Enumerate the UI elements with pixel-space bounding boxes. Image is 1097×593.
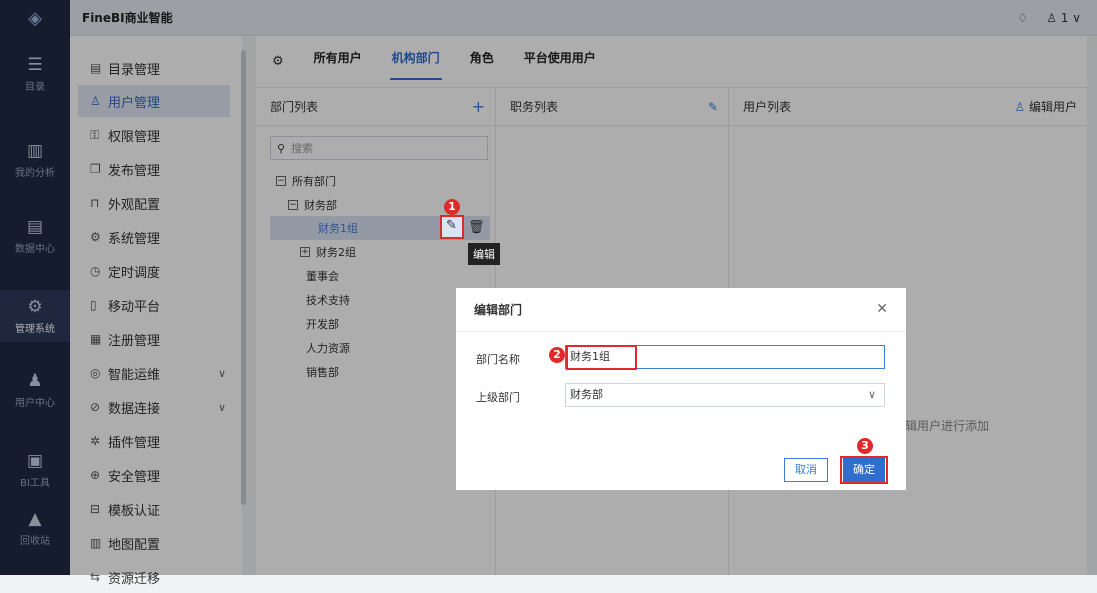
- name-input-highlight: [566, 345, 637, 370]
- dialog-title: 编辑部门: [456, 288, 906, 332]
- close-icon[interactable]: ✕: [876, 301, 888, 317]
- cancel-button[interactable]: 取消: [784, 458, 828, 482]
- parent-dept-label: 上级部门: [476, 391, 520, 404]
- step-badge-1: 1: [444, 199, 460, 215]
- edit-icon-highlight: ✎: [440, 215, 464, 239]
- chevron-down-icon: ∨: [867, 388, 876, 401]
- step-badge-2: 2: [549, 347, 565, 363]
- confirm-highlight: [840, 456, 888, 484]
- parent-dept-select[interactable]: 财务部 ∨: [565, 383, 885, 407]
- dept-name-label: 部门名称: [476, 353, 520, 366]
- pencil-icon[interactable]: ✎: [446, 218, 457, 233]
- step-badge-3: 3: [857, 438, 873, 454]
- edit-tooltip: 编辑: [468, 243, 500, 265]
